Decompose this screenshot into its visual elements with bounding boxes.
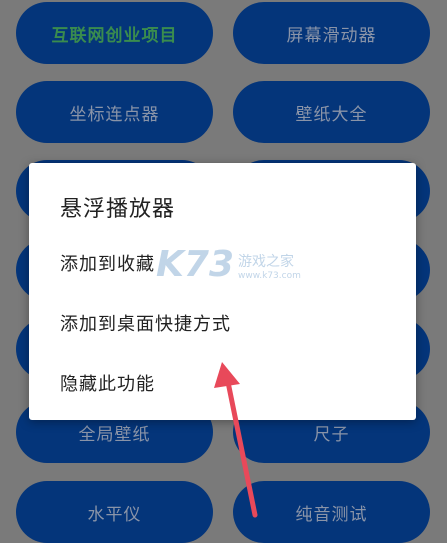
- arrow-shaft: [225, 379, 258, 518]
- annotation-arrow-icon: [214, 362, 258, 518]
- arrow-head: [214, 362, 240, 388]
